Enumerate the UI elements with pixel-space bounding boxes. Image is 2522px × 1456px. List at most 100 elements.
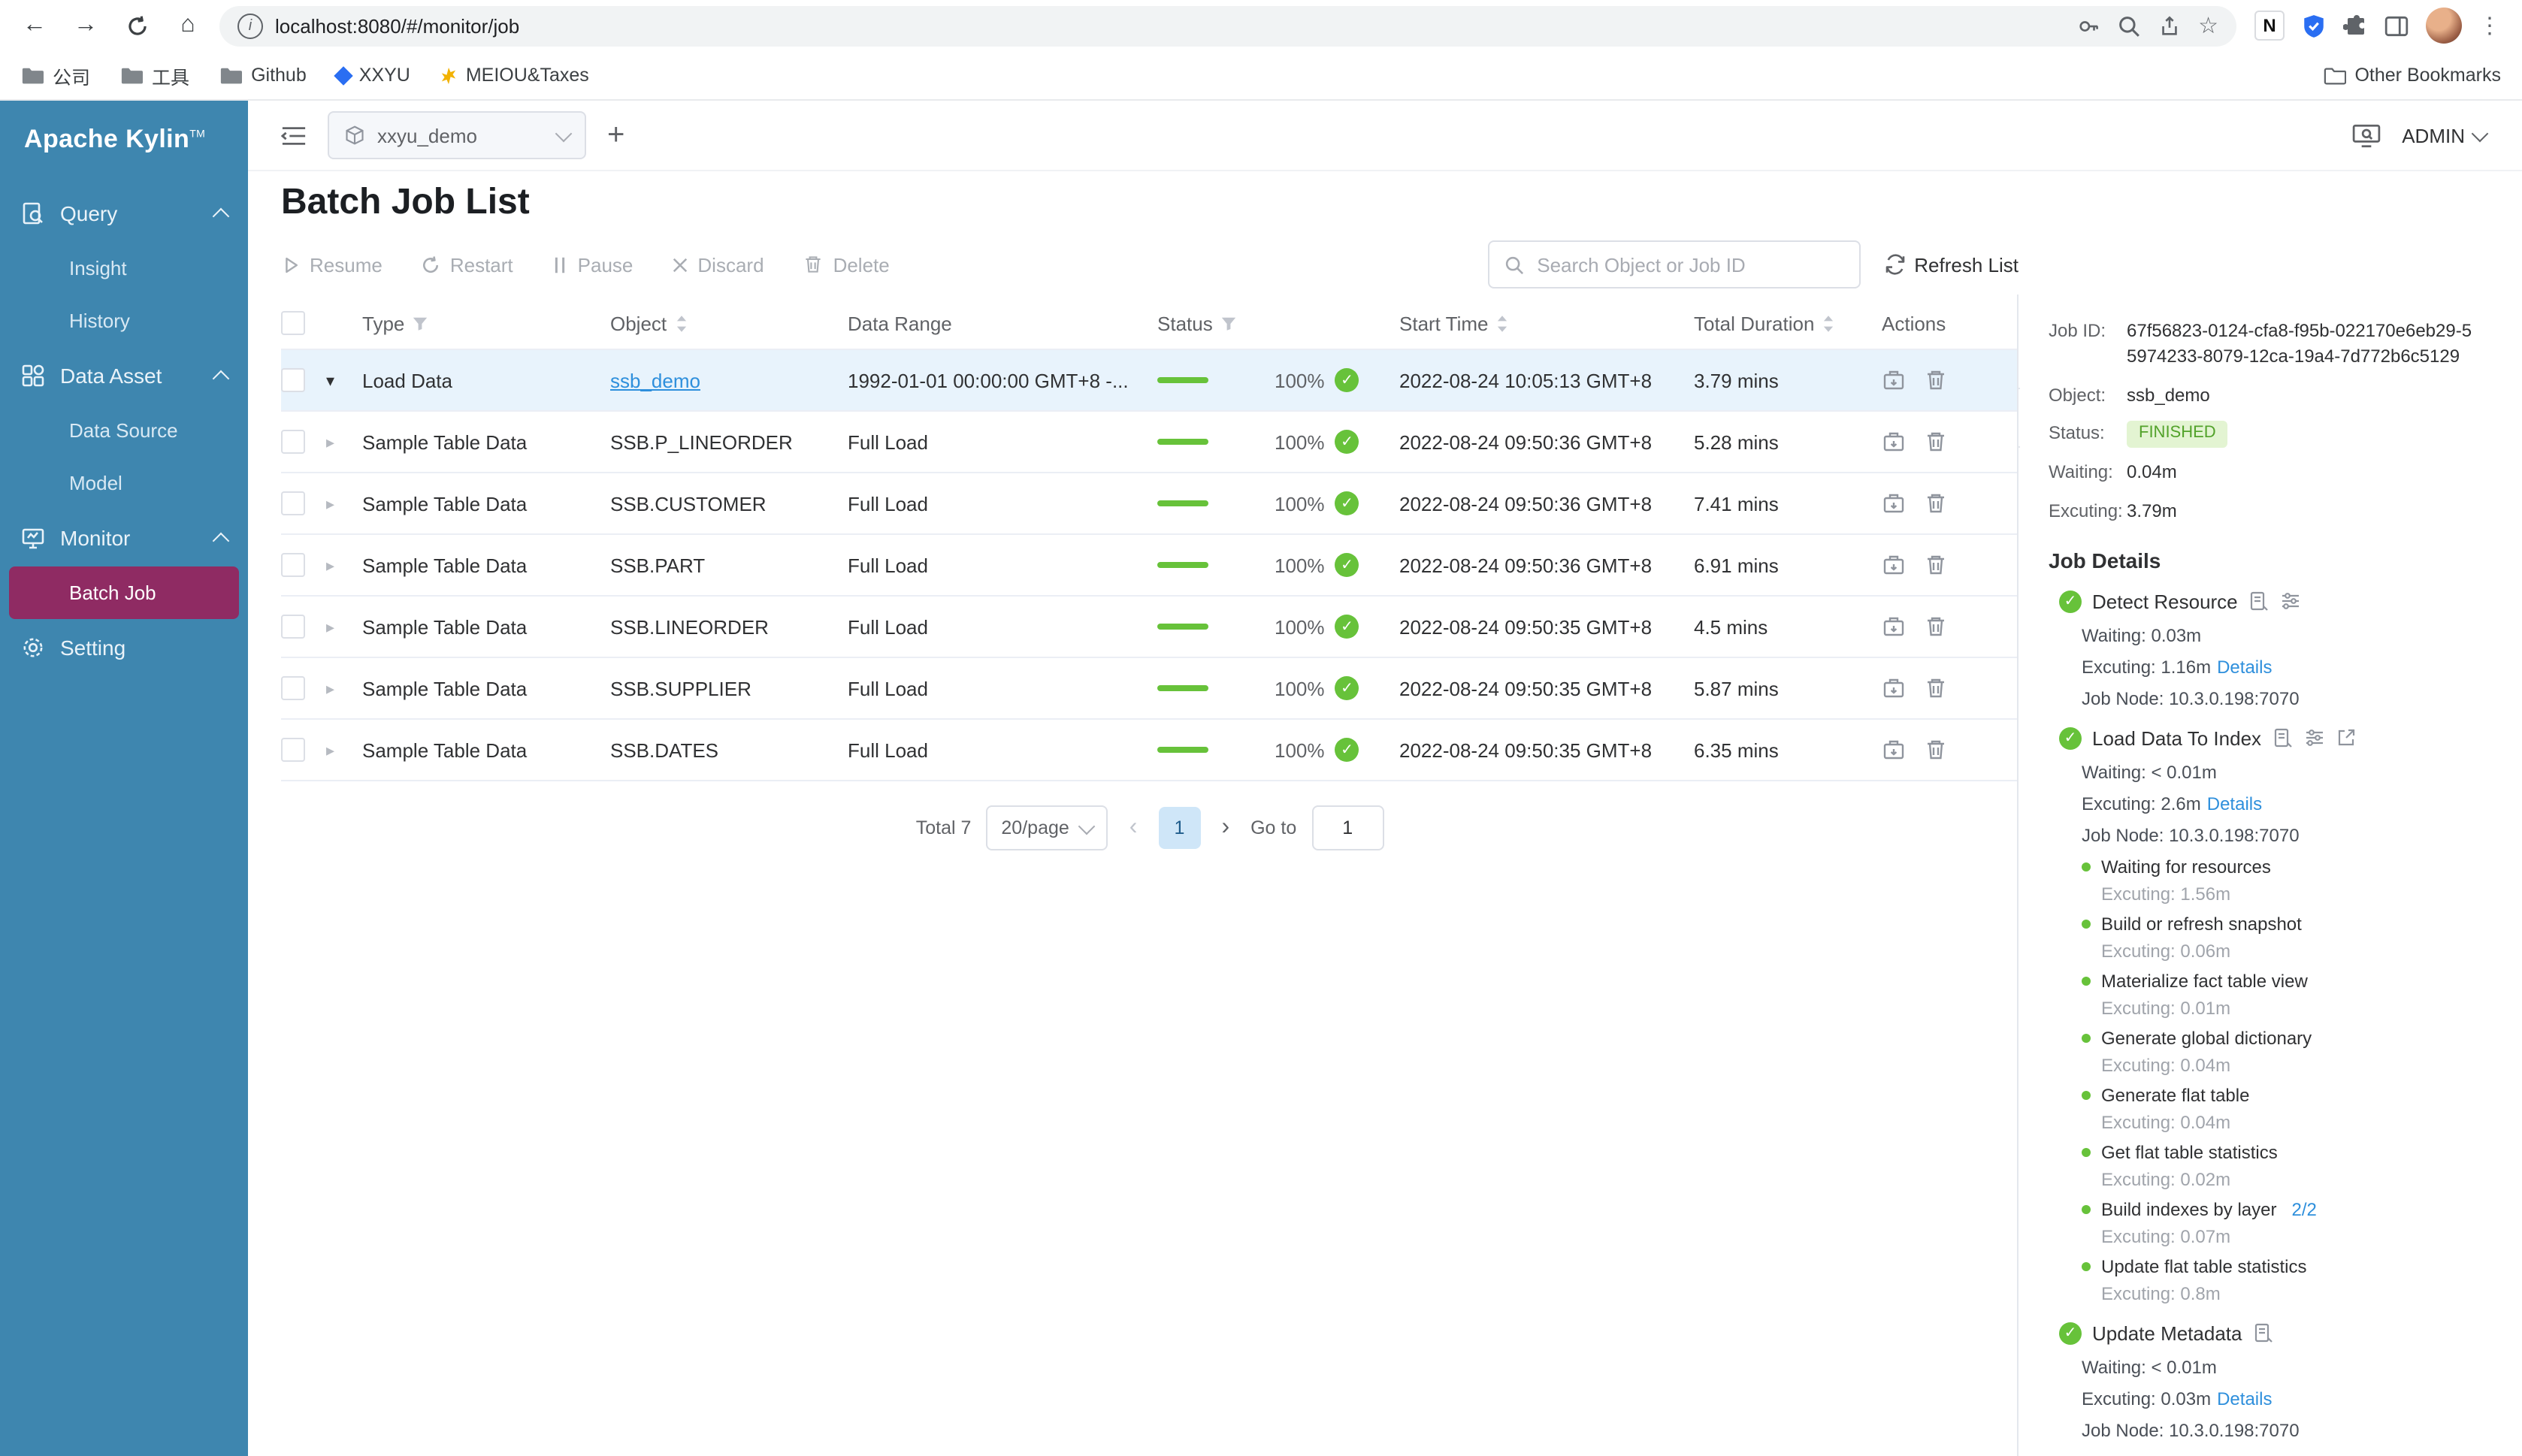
sidebar-item-data-source[interactable]: Data Source: [0, 404, 248, 457]
filter-icon[interactable]: [1220, 315, 1237, 331]
password-key-icon[interactable]: [2076, 14, 2099, 37]
page-size-select[interactable]: 20/page: [986, 805, 1108, 850]
bookmark-folder-tools[interactable]: 工具: [120, 61, 189, 89]
diagnostic-icon[interactable]: [2352, 122, 2381, 148]
bookmark-folder-company[interactable]: 公司: [21, 61, 90, 89]
step-log-icon[interactable]: [2272, 728, 2293, 749]
diagnostic-package-icon[interactable]: [1882, 553, 1906, 577]
row-checkbox[interactable]: [281, 553, 305, 577]
panel-collapse-button[interactable]: ›: [2017, 388, 2020, 448]
step-log-icon[interactable]: [2252, 1323, 2273, 1344]
profile-avatar[interactable]: [2426, 8, 2462, 44]
expand-caret-icon[interactable]: ▸: [326, 555, 334, 575]
delete-row-icon[interactable]: [1924, 738, 1948, 762]
expand-caret-icon[interactable]: ▸: [326, 740, 334, 760]
forward-button[interactable]: →: [66, 6, 105, 45]
delete-row-icon[interactable]: [1924, 430, 1948, 454]
search-input[interactable]: [1534, 252, 1843, 277]
page-number-1[interactable]: 1: [1158, 807, 1200, 849]
sidebar-item-batch-job[interactable]: Batch Job: [9, 566, 239, 619]
step-parameters-icon[interactable]: [2280, 591, 2301, 612]
collapse-caret-icon[interactable]: ▾: [326, 370, 334, 390]
sidebar-group-setting[interactable]: Setting: [0, 619, 248, 676]
delete-button[interactable]: Delete: [803, 253, 890, 276]
address-bar[interactable]: i localhost:8080/#/monitor/job ☆: [219, 5, 2236, 46]
step-log-icon[interactable]: [2248, 591, 2269, 612]
select-all-checkbox[interactable]: [281, 311, 305, 335]
sidebar-group-data-asset[interactable]: Data Asset: [0, 347, 248, 404]
menu-fold-icon[interactable]: [281, 124, 307, 147]
search-box[interactable]: [1487, 240, 1860, 288]
row-checkbox[interactable]: [281, 430, 305, 454]
expand-caret-icon[interactable]: ▸: [326, 678, 334, 698]
details-link[interactable]: Details: [2207, 793, 2262, 814]
step-parameters-icon[interactable]: [2303, 728, 2324, 749]
details-link[interactable]: Details: [2217, 1388, 2272, 1409]
diagnostic-package-icon[interactable]: [1882, 368, 1906, 392]
side-panel-icon[interactable]: [2384, 13, 2409, 38]
back-button[interactable]: ←: [15, 6, 54, 45]
project-selector[interactable]: xxyu_demo: [328, 111, 586, 159]
table-row[interactable]: ▸ Sample Table Data SSB.SUPPLIER Full Lo…: [281, 658, 2019, 720]
diagnostic-package-icon[interactable]: [1882, 491, 1906, 515]
sort-icon[interactable]: [674, 313, 688, 333]
layer-count-link[interactable]: 2/2: [2291, 1199, 2316, 1220]
site-info-icon[interactable]: i: [237, 13, 263, 38]
resume-button[interactable]: Resume: [281, 253, 383, 276]
table-row[interactable]: ▸ Sample Table Data SSB.DATES Full Load …: [281, 720, 2019, 781]
restart-button[interactable]: Restart: [422, 253, 513, 276]
expand-caret-icon[interactable]: ▸: [326, 617, 334, 636]
bookmark-folder-github[interactable]: Github: [219, 65, 307, 86]
sidebar-item-history[interactable]: History: [0, 295, 248, 347]
sidebar-group-query[interactable]: Query: [0, 185, 248, 242]
column-object[interactable]: Object: [610, 312, 688, 334]
column-start-time[interactable]: Start Time: [1399, 312, 1510, 334]
diagnostic-package-icon[interactable]: [1882, 738, 1906, 762]
delete-row-icon[interactable]: [1924, 676, 1948, 700]
diagnostic-package-icon[interactable]: [1882, 615, 1906, 639]
diagnostic-package-icon[interactable]: [1882, 676, 1906, 700]
browser-menu-icon[interactable]: ⋮: [2478, 12, 2501, 39]
sort-icon[interactable]: [1822, 313, 1835, 333]
delete-row-icon[interactable]: [1924, 491, 1948, 515]
column-type[interactable]: Type: [362, 312, 428, 334]
add-project-button[interactable]: +: [607, 120, 624, 150]
row-checkbox[interactable]: [281, 491, 305, 515]
table-row[interactable]: ▸ Sample Table Data SSB.P_LINEORDER Full…: [281, 412, 2019, 473]
goto-page-input[interactable]: [1311, 805, 1383, 850]
delete-row-icon[interactable]: [1924, 553, 1948, 577]
share-icon[interactable]: [2158, 14, 2180, 37]
filter-icon[interactable]: [412, 315, 428, 331]
prev-page-button[interactable]: ‹: [1123, 814, 1144, 841]
refresh-list-button[interactable]: Refresh List: [1884, 253, 2019, 276]
row-checkbox[interactable]: [281, 368, 305, 392]
reload-button[interactable]: [117, 6, 156, 45]
notion-extension-icon[interactable]: N: [2254, 11, 2285, 41]
row-checkbox[interactable]: [281, 615, 305, 639]
details-link[interactable]: Details: [2217, 657, 2272, 678]
delete-row-icon[interactable]: [1924, 368, 1948, 392]
step-open-icon[interactable]: [2335, 728, 2356, 749]
other-bookmarks[interactable]: Other Bookmarks: [2323, 65, 2501, 86]
expand-caret-icon[interactable]: ▸: [326, 432, 334, 452]
zoom-icon[interactable]: [2117, 14, 2139, 37]
user-menu[interactable]: ADMIN: [2402, 124, 2486, 147]
table-row[interactable]: ▸ Sample Table Data SSB.LINEORDER Full L…: [281, 597, 2019, 658]
sidebar-item-model[interactable]: Model: [0, 457, 248, 509]
bookmark-star-icon[interactable]: ☆: [2198, 14, 2218, 37]
row-checkbox[interactable]: [281, 738, 305, 762]
object-link[interactable]: ssb_demo: [610, 369, 700, 391]
home-button[interactable]: ⌂: [168, 6, 207, 45]
next-page-button[interactable]: ›: [1215, 814, 1235, 841]
discard-button[interactable]: Discard: [672, 253, 764, 276]
bookmark-xxyu[interactable]: XXYU: [337, 65, 410, 86]
pause-button[interactable]: Pause: [552, 253, 634, 276]
sort-icon[interactable]: [1496, 313, 1510, 333]
column-total-duration[interactable]: Total Duration: [1694, 312, 1835, 334]
sidebar-item-insight[interactable]: Insight: [0, 242, 248, 295]
delete-row-icon[interactable]: [1924, 615, 1948, 639]
bookmark-meiou-taxes[interactable]: MEIOU&Taxes: [440, 65, 589, 86]
shield-extension-icon[interactable]: [2301, 13, 2327, 38]
column-status[interactable]: Status: [1157, 312, 1237, 334]
row-checkbox[interactable]: [281, 676, 305, 700]
